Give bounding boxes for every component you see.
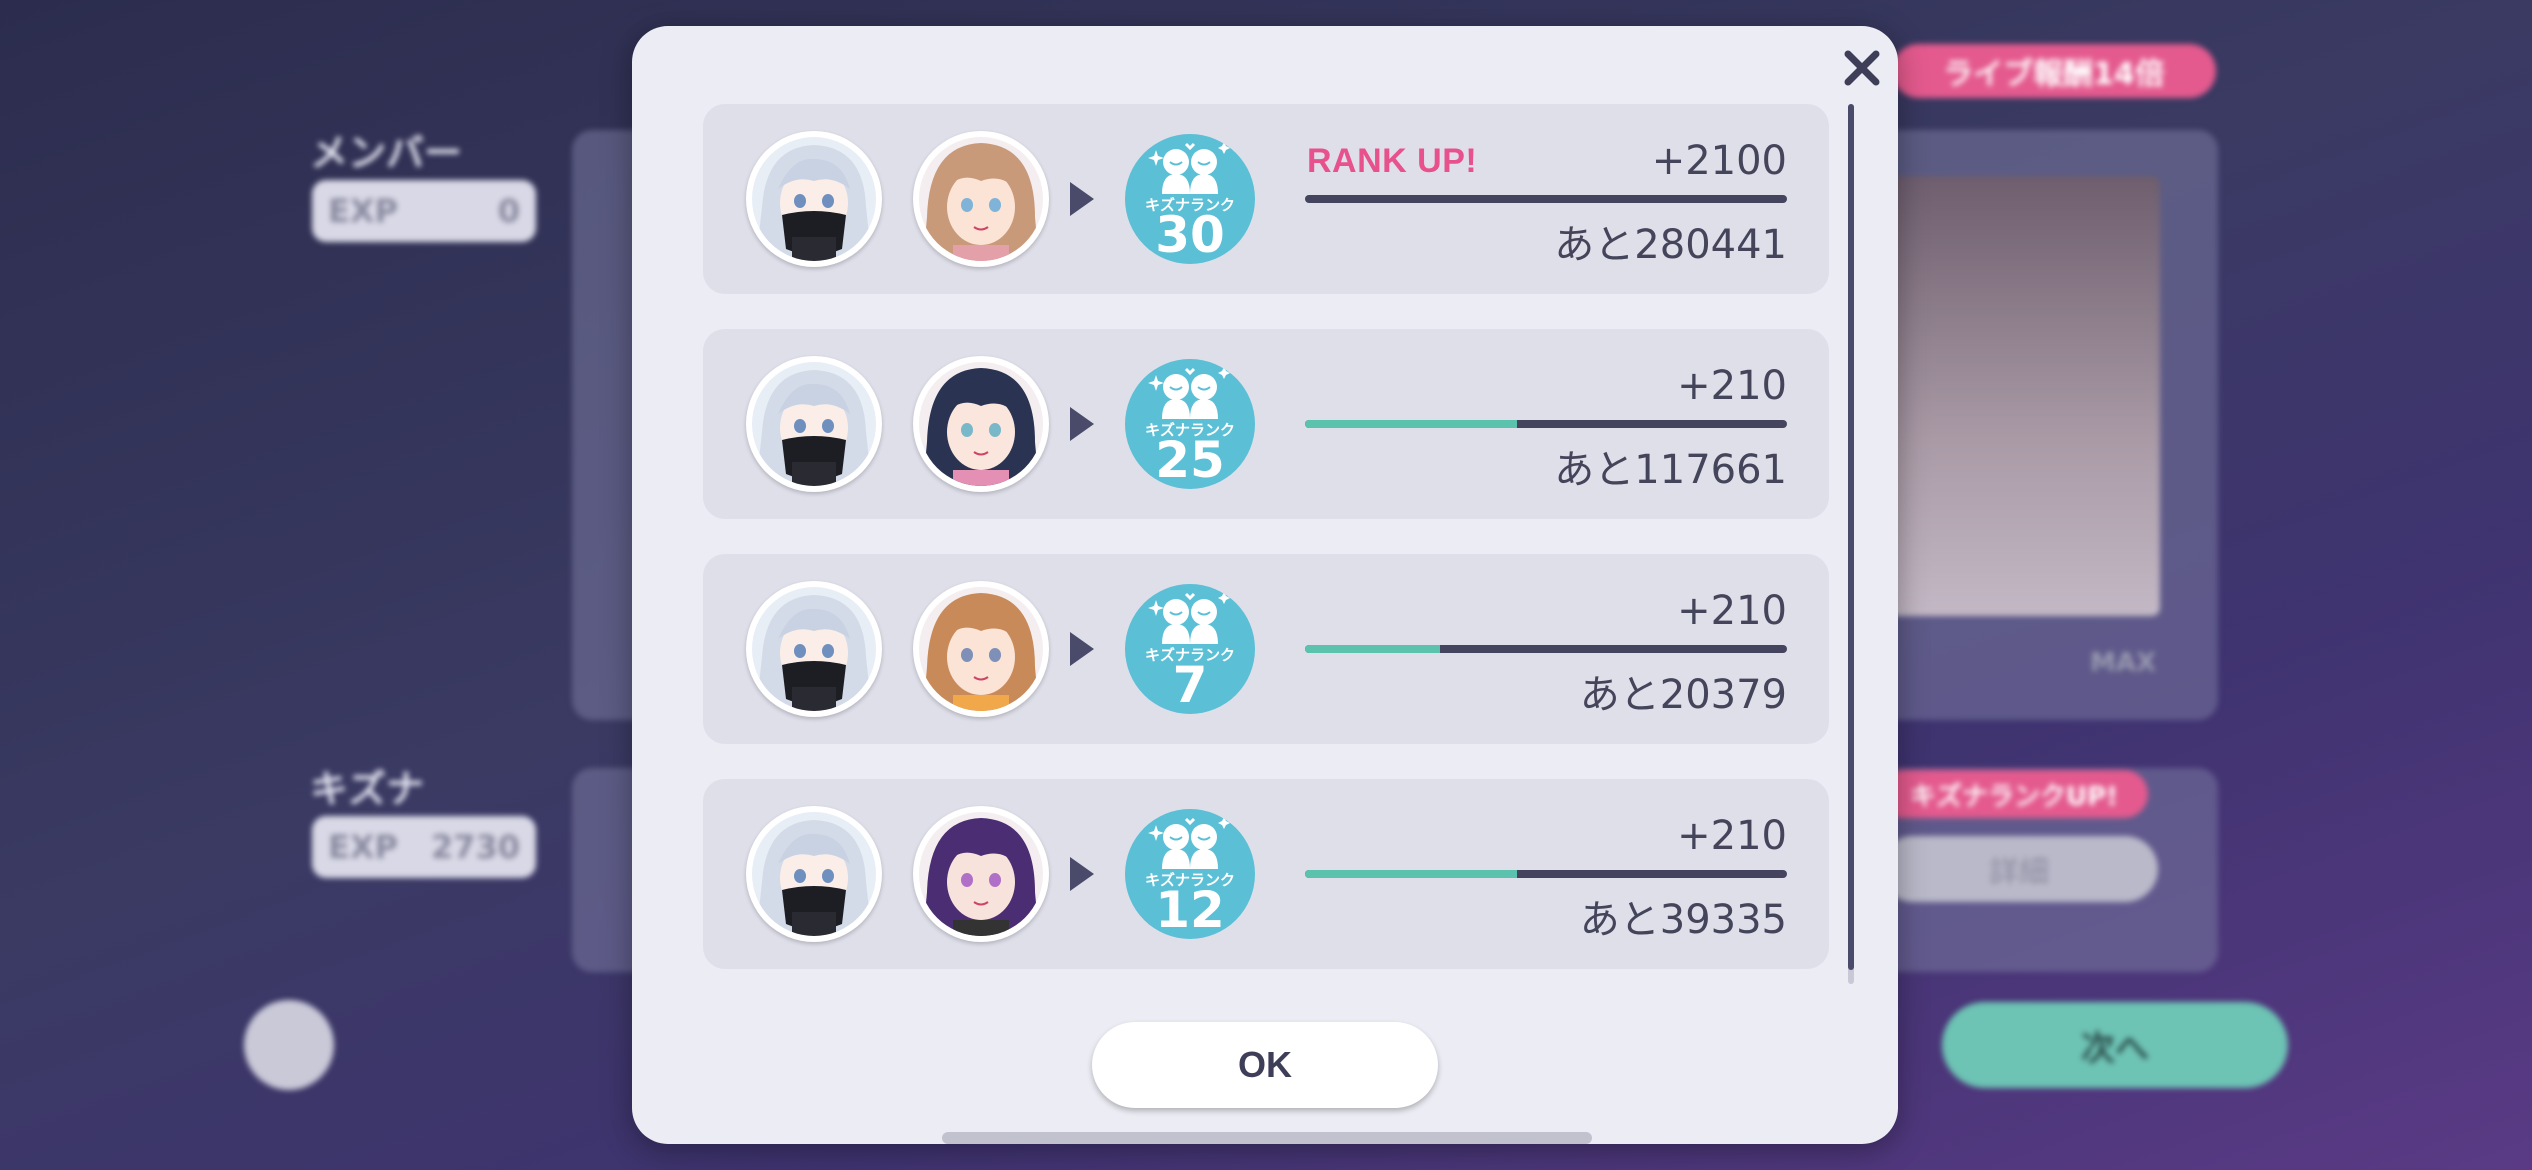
kizuna-rank-badge: キズナランク 12 — [1125, 809, 1255, 939]
player-character-avatar — [746, 131, 882, 267]
ok-button[interactable]: OK — [1092, 1022, 1438, 1108]
card-max-label: MAX — [2090, 648, 2157, 678]
kizuna-rank-number: 30 — [1155, 206, 1225, 264]
rank-progress-bar — [1305, 645, 1787, 653]
member-label: メンバー — [310, 131, 463, 175]
exp-remaining: あと117661 — [1554, 447, 1787, 493]
kizuna-row: キズナランク 7 +210 あと20379 — [703, 554, 1829, 744]
player-character-avatar — [746, 806, 882, 942]
kizuna-rank-number: 7 — [1172, 656, 1208, 714]
exp-remaining: あと39335 — [1579, 897, 1787, 943]
close-button[interactable] — [1834, 40, 1890, 96]
kizuna-rank-number: 25 — [1155, 431, 1225, 489]
rank-progress-bar — [1305, 870, 1787, 878]
kizuna-row: キズナランク 30 RANK UP! +2100 あと280441 — [703, 104, 1829, 294]
menu-round-button[interactable] — [244, 1000, 334, 1090]
kizuna-exp-box: EXP 2730 — [312, 816, 536, 878]
kizuna-rank-badge: キズナランク 25 — [1125, 359, 1255, 489]
partner-character-avatar — [913, 581, 1049, 717]
arrow-right-icon — [1070, 857, 1094, 891]
kizuna-label: キズナ — [310, 767, 425, 811]
rank-progress-fill — [1305, 870, 1518, 878]
kizuna-row: キズナランク 25 +210 あと117661 — [703, 329, 1829, 519]
partner-character-avatar — [913, 356, 1049, 492]
arrow-right-icon — [1070, 407, 1094, 441]
rank-up-label: RANK UP! — [1307, 142, 1478, 180]
exp-remaining: あと280441 — [1554, 222, 1787, 268]
kizuna-row: キズナランク 12 +210 あと39335 — [703, 779, 1829, 969]
arrow-right-icon — [1070, 632, 1094, 666]
player-character-avatar — [746, 581, 882, 717]
kizuna-rank-badge: キズナランク 7 — [1125, 584, 1255, 714]
kizuna-rank-badge: キズナランク 30 — [1125, 134, 1255, 264]
scrollbar-thumb[interactable] — [1848, 104, 1854, 970]
exp-gain: +210 — [1677, 813, 1787, 859]
exp-gain: +210 — [1677, 363, 1787, 409]
member-exp-label: EXP — [328, 192, 398, 230]
arrow-right-icon — [1070, 182, 1094, 216]
member-exp-value: 0 — [497, 192, 520, 230]
kizuna-rank-number: 12 — [1155, 881, 1225, 939]
exp-gain: +210 — [1677, 588, 1787, 634]
horizontal-scroll-indicator — [942, 1132, 1592, 1144]
kizuna-exp-label: EXP — [328, 828, 398, 866]
member-card — [1890, 176, 2160, 616]
rank-progress-fill — [1305, 420, 1518, 428]
rank-progress-bar — [1305, 420, 1787, 428]
kizuna-rankup-tag: キズナランクUP! — [1880, 770, 2148, 818]
partner-character-avatar — [913, 131, 1049, 267]
rank-progress-bar — [1305, 195, 1787, 203]
kizuna-exp-value: 2730 — [430, 828, 520, 866]
exp-gain: +2100 — [1651, 138, 1787, 184]
close-icon — [1844, 50, 1880, 86]
rank-progress-fill — [1305, 645, 1440, 653]
live-bonus-tag: ライブ報酬14倍 — [1892, 44, 2216, 98]
modal-scrollbar[interactable] — [1848, 104, 1854, 984]
player-character-avatar — [746, 356, 882, 492]
partner-character-avatar — [913, 806, 1049, 942]
member-exp-box: EXP 0 — [312, 180, 536, 242]
detail-button[interactable]: 詳細 — [1880, 836, 2158, 902]
next-button[interactable]: 次へ — [1942, 1002, 2288, 1088]
exp-remaining: あと20379 — [1579, 672, 1787, 718]
